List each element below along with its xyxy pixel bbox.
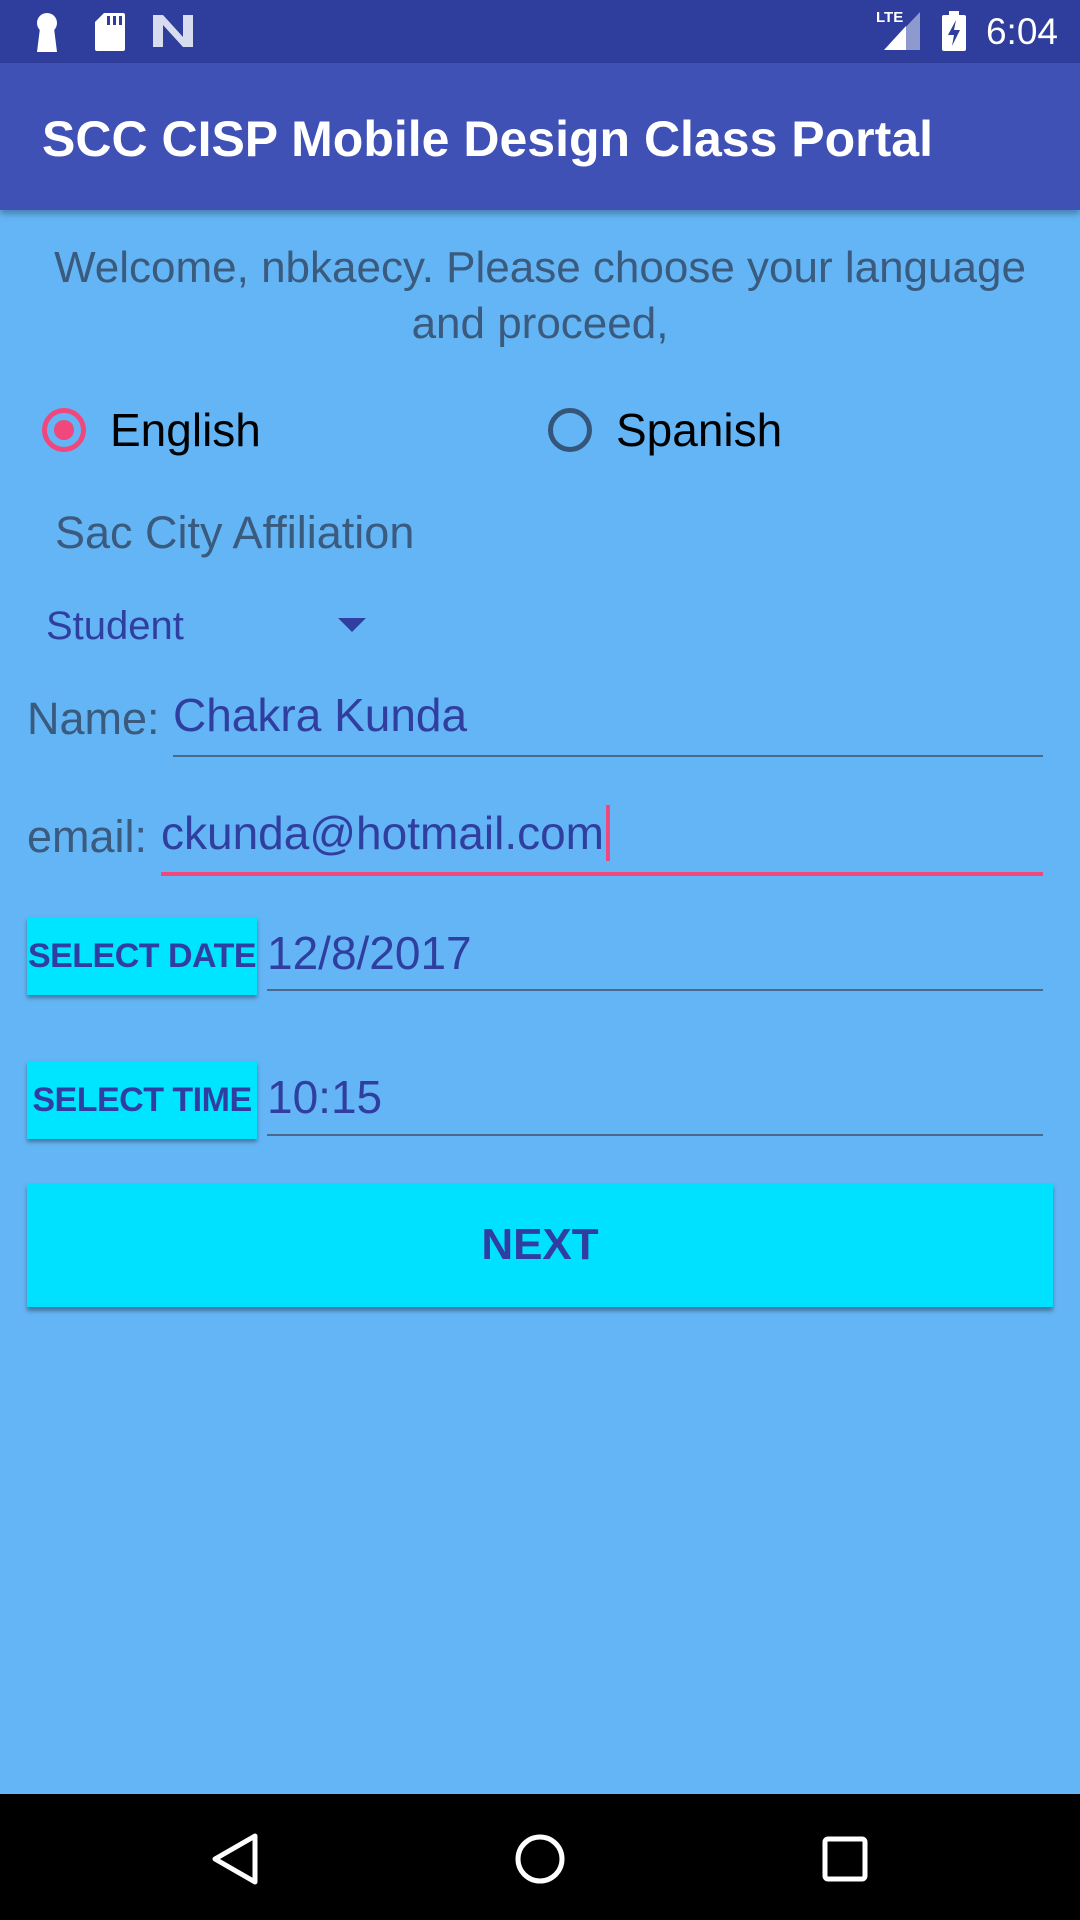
name-input-value: Chakra Kunda <box>173 689 468 741</box>
dropdown-arrow-icon <box>338 618 366 632</box>
app-bar: SCC CISP Mobile Design Class Portal <box>0 63 1080 210</box>
email-label: email: <box>27 811 148 862</box>
affiliation-spinner[interactable]: Student <box>46 596 376 656</box>
select-date-button[interactable]: SELECT DATE <box>27 917 257 995</box>
radio-english-label: English <box>110 404 261 456</box>
text-cursor <box>606 805 610 861</box>
status-bar: LTE 6:04 <box>0 0 1080 63</box>
app-title: SCC CISP Mobile Design Class Portal <box>42 111 933 167</box>
radio-spanish[interactable]: Spanish <box>548 398 782 462</box>
navigation-bar <box>0 1794 1080 1920</box>
welcome-text: Welcome, nbkaecy. Please choose your lan… <box>54 243 1026 348</box>
time-field-underline <box>267 1134 1043 1136</box>
home-icon[interactable] <box>505 1824 575 1894</box>
radio-unchecked-icon <box>548 408 592 452</box>
email-input-value: ckunda@hotmail.com <box>161 807 604 859</box>
date-value: 12/8/2017 <box>267 927 472 979</box>
time-value: 10:15 <box>267 1071 383 1123</box>
affiliation-selected-value: Student <box>46 604 184 648</box>
radio-english[interactable]: English <box>42 398 261 462</box>
email-input-underline <box>161 872 1043 876</box>
affiliation-label: Sac City Affiliation <box>55 507 415 558</box>
date-field-underline <box>267 989 1043 991</box>
back-icon[interactable] <box>200 1824 270 1894</box>
select-time-button[interactable]: SELECT TIME <box>27 1061 257 1139</box>
sd-card-icon <box>95 13 125 51</box>
radio-spanish-label: Spanish <box>616 404 783 456</box>
name-label: Name: <box>27 693 160 744</box>
keyhole-icon <box>37 13 57 52</box>
radio-checked-icon <box>42 408 86 452</box>
battery-charging-icon <box>942 11 966 51</box>
n-logo-icon <box>153 15 193 47</box>
lte-signal-icon <box>884 12 920 50</box>
next-button[interactable]: NEXT <box>27 1183 1053 1307</box>
name-input[interactable]: Chakra Kunda <box>173 687 1043 757</box>
email-input[interactable]: ckunda@hotmail.com <box>161 805 1043 876</box>
recents-icon[interactable] <box>810 1824 880 1894</box>
date-field[interactable]: 12/8/2017 <box>267 925 1043 991</box>
time-field[interactable]: 10:15 <box>267 1069 1043 1136</box>
status-time: 6:04 <box>985 11 1058 52</box>
name-input-underline <box>173 755 1043 757</box>
